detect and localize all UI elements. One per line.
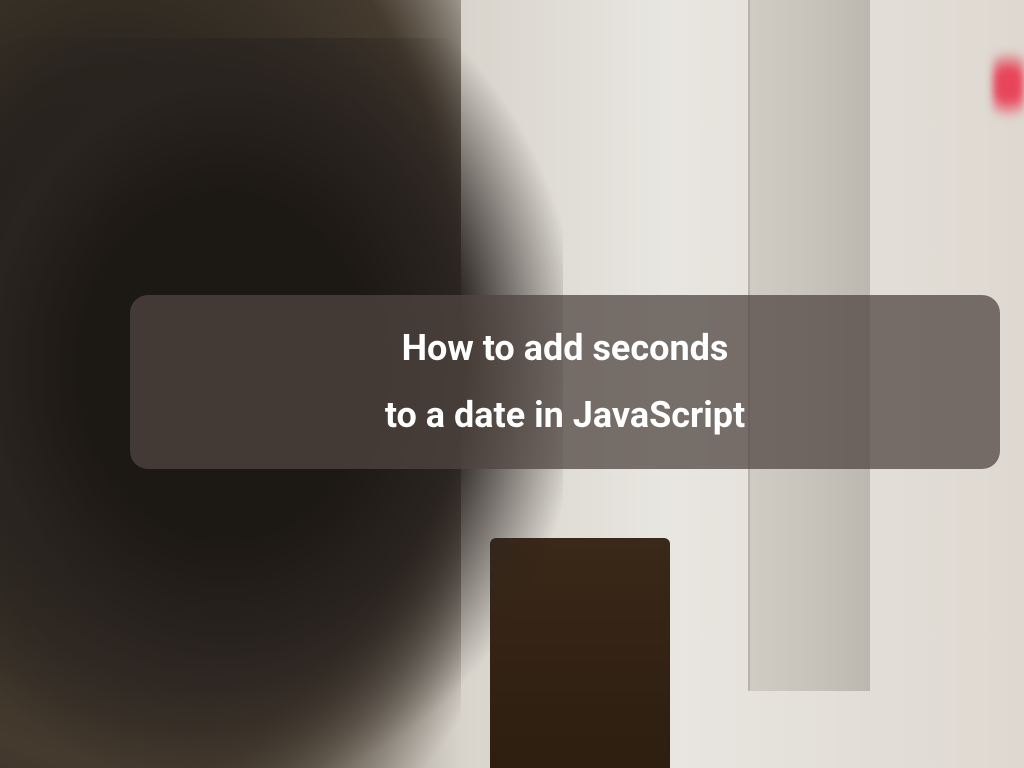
title-line-2: to a date in JavaScript [170, 392, 960, 439]
title-line-1: How to add seconds [170, 325, 960, 372]
title-overlay: How to add seconds to a date in JavaScri… [130, 295, 1000, 469]
